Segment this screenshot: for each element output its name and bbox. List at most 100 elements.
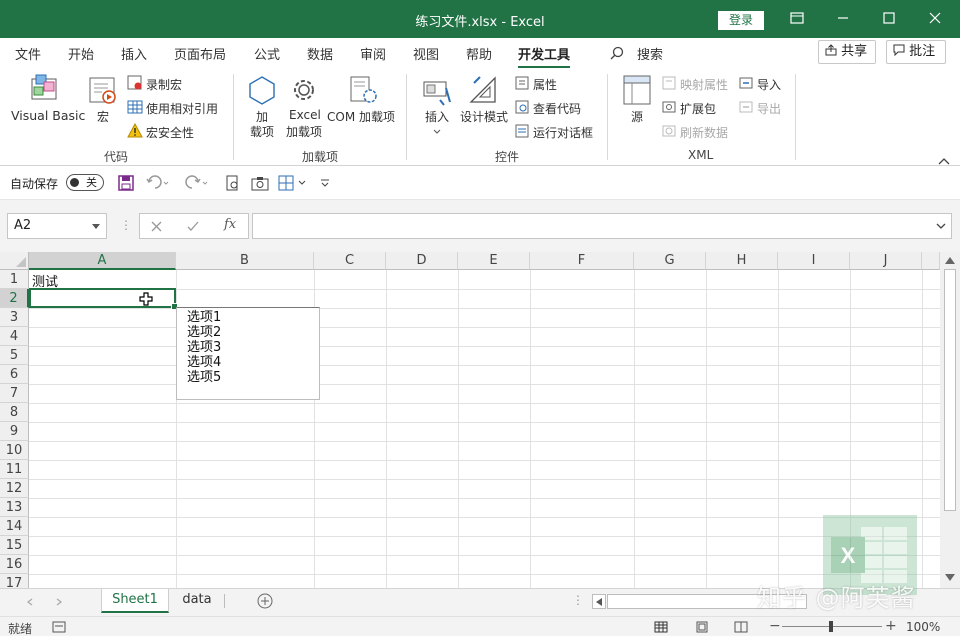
selected-cell-a2[interactable] [29,288,178,310]
tab-developer[interactable]: 开发工具 [518,44,571,69]
save-icon[interactable] [118,175,134,194]
macros-icon[interactable] [88,76,118,109]
tab-data[interactable]: 数据 [307,44,333,63]
print-preview-icon[interactable] [224,175,240,194]
search-icon[interactable] [610,46,624,63]
import-button[interactable]: 导入 [757,76,781,93]
addins-button-line2[interactable]: 载项 [250,123,274,140]
tab-file[interactable]: 文件 [15,44,41,63]
column-header[interactable]: J [850,252,922,270]
comments-button[interactable]: 批注 [886,40,946,64]
row-header[interactable]: 7 [0,384,29,403]
excel-addins-line2[interactable]: 加载项 [286,123,322,140]
gear-icon[interactable] [289,75,319,108]
worksheet-grid[interactable]: A B C D E F G H I J 1 2 3 4 5 6 7 8 9 10… [0,252,940,588]
tab-help[interactable]: 帮助 [466,44,492,63]
row-header[interactable]: 4 [0,327,29,346]
add-sheet-icon[interactable] [257,593,273,609]
select-all-corner[interactable] [0,252,29,270]
insert-function-icon[interactable]: fx [224,217,236,232]
excel-addins-line1[interactable]: Excel [289,108,321,122]
page-break-view-icon[interactable] [734,621,748,633]
column-header[interactable]: F [530,252,634,270]
row-header[interactable]: 14 [0,517,29,536]
insert-controls-button[interactable]: 插入 [425,108,449,125]
normal-view-icon[interactable] [654,621,668,633]
export-button[interactable]: 导出 [757,100,781,117]
close-icon[interactable] [922,8,948,30]
com-addins-button[interactable]: COM 加载项 [327,108,395,125]
row-header[interactable]: 12 [0,479,29,498]
login-button[interactable]: 登录 [718,11,764,30]
visual-basic-icon[interactable] [28,73,60,106]
scroll-left-icon[interactable] [26,598,34,606]
tab-formulas[interactable]: 公式 [254,44,280,63]
column-header[interactable]: A [29,252,176,270]
column-header[interactable]: D [386,252,458,270]
tab-insert[interactable]: 插入 [121,44,147,63]
zoom-in-icon[interactable]: + [885,618,897,634]
list-item[interactable]: 选项2 [187,325,221,340]
tab-home[interactable]: 开始 [68,44,94,63]
row-header[interactable]: 2 [0,289,29,308]
map-properties-button[interactable]: 映射属性 [680,76,728,93]
sheet-tab-data[interactable]: data [172,589,222,613]
row-header[interactable]: 3 [0,308,29,327]
run-dialog-button[interactable]: 运行对话框 [533,124,593,141]
xml-source-button[interactable]: 源 [631,108,643,125]
column-header[interactable] [922,252,940,270]
row-header[interactable]: 8 [0,403,29,422]
autosave-toggle[interactable]: 关 [66,174,104,191]
column-header[interactable]: H [706,252,778,270]
tab-view[interactable]: 视图 [413,44,439,63]
maximize-icon[interactable] [876,8,902,30]
com-addins-icon[interactable] [348,75,380,108]
tell-me-search[interactable]: 搜索 [637,44,663,63]
row-header[interactable]: 17 [0,574,29,588]
properties-button[interactable]: 属性 [533,76,557,93]
insert-controls-icon[interactable] [422,76,452,109]
redo-icon[interactable] [185,175,209,194]
row-header[interactable]: 13 [0,498,29,517]
xml-source-icon[interactable] [622,74,652,109]
row-header[interactable]: 6 [0,365,29,384]
sheet-tab-sheet1[interactable]: Sheet1 [101,589,169,613]
column-header[interactable]: C [314,252,386,270]
camera-icon[interactable] [251,175,269,194]
tab-review[interactable]: 审阅 [360,44,386,63]
design-mode-button[interactable]: 设计模式 [460,108,508,125]
accessibility-icon[interactable] [52,621,66,633]
cancel-icon[interactable] [151,221,162,235]
column-header[interactable]: G [634,252,706,270]
borders-icon[interactable] [278,175,308,194]
ribbon-display-options-icon[interactable] [784,8,810,30]
scroll-right-icon[interactable] [55,598,63,606]
macros-button[interactable]: 宏 [97,108,109,125]
row-header[interactable]: 5 [0,346,29,365]
minimize-icon[interactable] [830,8,856,30]
hscroll-left-icon[interactable] [592,594,606,609]
listbox-control[interactable]: 选项1 选项2 选项3 选项4 选项5 [176,307,320,400]
row-header[interactable]: 15 [0,536,29,555]
tab-page-layout[interactable]: 页面布局 [174,44,226,63]
name-box[interactable]: A2 [7,213,107,239]
list-item[interactable]: 选项3 [187,340,221,355]
list-item[interactable]: 选项5 [187,370,221,385]
row-header[interactable]: 10 [0,441,29,460]
scroll-up-icon[interactable] [945,257,955,264]
addins-icon[interactable] [247,75,277,108]
scroll-down-icon[interactable] [945,574,955,581]
row-header[interactable]: 11 [0,460,29,479]
share-button[interactable]: 共享 [818,40,876,64]
macro-security-button[interactable]: 宏安全性 [146,124,194,141]
column-header[interactable]: I [778,252,850,270]
customize-qat-icon[interactable] [320,178,330,192]
enter-check-icon[interactable] [187,221,199,235]
expansion-packs-button[interactable]: 扩展包 [680,100,716,117]
row-header[interactable]: 1 [0,270,29,289]
design-mode-icon[interactable] [468,75,498,108]
column-header[interactable]: B [176,252,314,270]
record-macro-button[interactable]: 录制宏 [146,76,182,93]
list-item[interactable]: 选项1 [187,310,221,325]
expand-formula-icon[interactable] [936,223,946,230]
